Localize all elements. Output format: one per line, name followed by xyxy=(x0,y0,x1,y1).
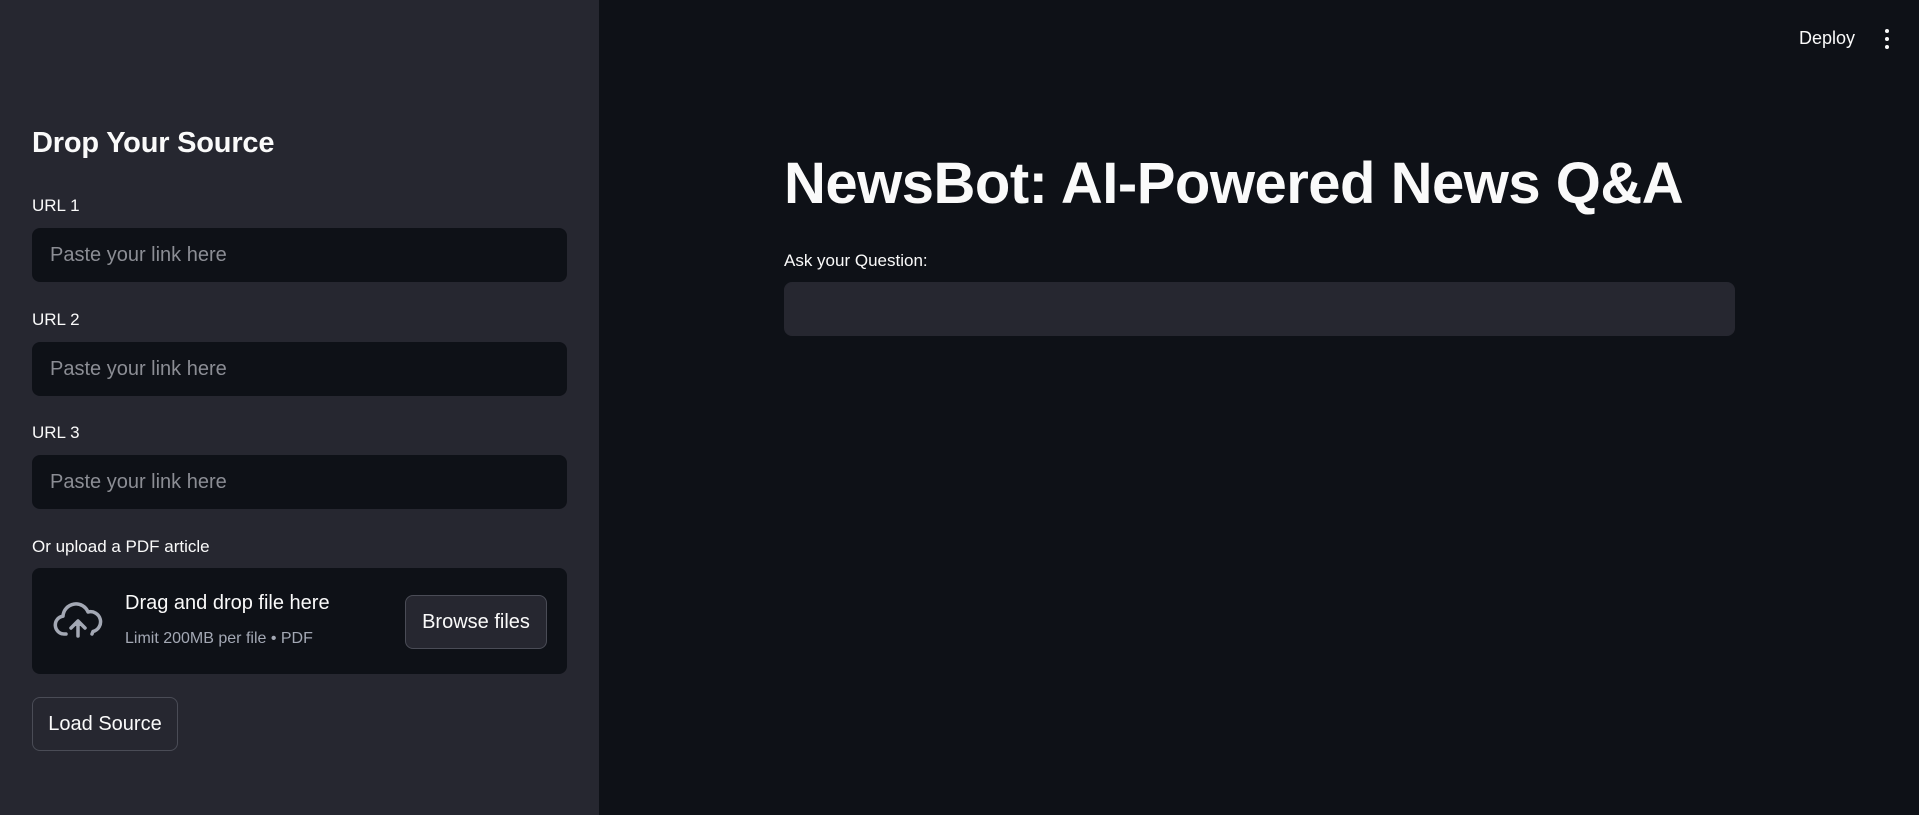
url-2-label: URL 2 xyxy=(32,310,80,329)
url-3-label: URL 3 xyxy=(32,423,80,442)
pdf-upload-label: Or upload a PDF article xyxy=(32,537,210,556)
url-2-input[interactable] xyxy=(32,342,567,396)
kebab-menu-icon[interactable] xyxy=(1877,23,1897,55)
url-1-label: URL 1 xyxy=(32,196,80,215)
question-label: Ask your Question: xyxy=(784,251,928,270)
browse-files-button[interactable]: Browse files xyxy=(405,595,547,649)
sidebar: Drop Your Source URL 1 URL 2 URL 3 Or up… xyxy=(0,0,599,815)
main-content: Deploy NewsBot: AI-Powered News Q&A Ask … xyxy=(599,0,1919,815)
kebab-dot xyxy=(1885,28,1889,33)
url-3-input[interactable] xyxy=(32,455,567,509)
load-source-button[interactable]: Load Source xyxy=(32,697,178,751)
sidebar-header: Drop Your Source xyxy=(32,127,275,159)
app-root: Drop Your Source URL 1 URL 2 URL 3 Or up… xyxy=(0,0,1919,815)
top-toolbar: Deploy xyxy=(1799,22,1897,55)
url-1-input[interactable] xyxy=(32,228,567,282)
question-input[interactable] xyxy=(784,282,1735,336)
dropzone-limit-text: Limit 200MB per file • PDF xyxy=(125,630,313,647)
page-title: NewsBot: AI-Powered News Q&A xyxy=(784,151,1684,216)
kebab-dot xyxy=(1885,36,1889,41)
file-dropzone[interactable]: Drag and drop file here Limit 200MB per … xyxy=(32,568,567,674)
kebab-dot xyxy=(1885,44,1889,49)
deploy-button[interactable]: Deploy xyxy=(1799,22,1855,55)
cloud-upload-icon xyxy=(52,598,104,644)
dropzone-title: Drag and drop file here xyxy=(125,592,330,614)
